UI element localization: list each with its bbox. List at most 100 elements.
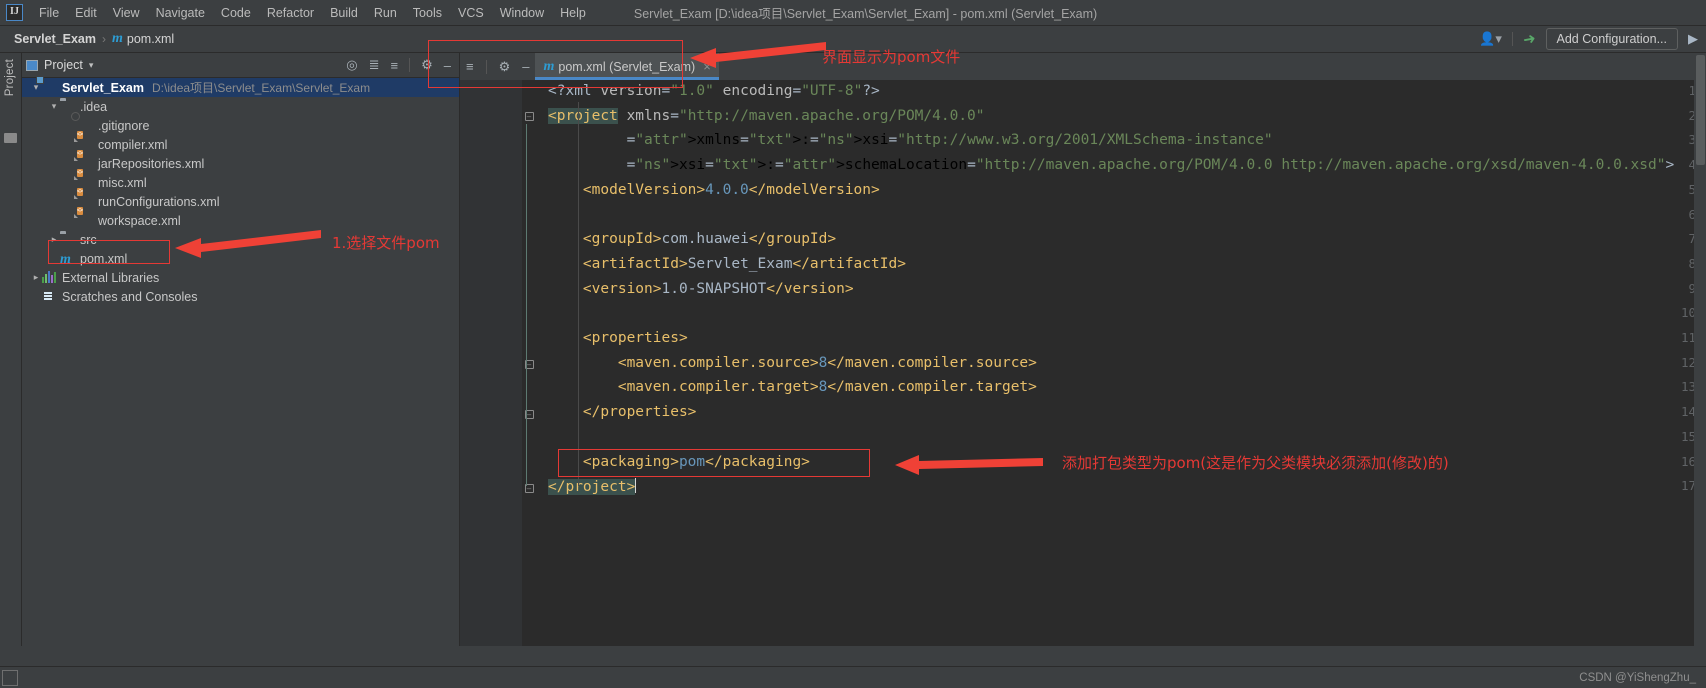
gear-icon[interactable]: ⚙ (499, 59, 511, 75)
chevron-down-icon[interactable] (30, 82, 42, 93)
project-tool-window: Project ▾ ◎ ≣ ≡ ⚙ – Servlet_Exam D:\idea项… (22, 53, 460, 646)
navbar-right-controls: 👤▾ ➜ Add Configuration... ▶ (1479, 28, 1706, 50)
menu-file[interactable]: File (31, 3, 67, 23)
tree-item-servlet-exam[interactable]: Servlet_Exam D:\idea项目\Servlet_Exam\Servl… (22, 78, 459, 97)
menu-vcs[interactable]: VCS (450, 3, 492, 23)
annotation-text-packaging: 添加打包类型为pom(这是作为父类模块必须添加(修改)的) (1062, 454, 1449, 472)
menu-navigate[interactable]: Navigate (148, 3, 213, 23)
chevron-down-icon[interactable]: ▾ (89, 60, 94, 71)
close-icon[interactable]: × (703, 59, 711, 74)
menu-window[interactable]: Window (492, 3, 552, 23)
minimize-icon[interactable]: – (444, 58, 451, 73)
menu-help[interactable]: Help (552, 3, 594, 23)
code-line[interactable]: </properties> (548, 404, 697, 420)
menu-edit[interactable]: Edit (67, 3, 105, 23)
intellij-logo-icon: IJ (6, 4, 23, 21)
idea-window: IJ File Edit View Navigate Code Refactor… (0, 0, 1706, 688)
chevron-right-icon[interactable] (30, 272, 42, 283)
code-line[interactable]: <project xmlns="http://maven.apache.org/… (548, 107, 985, 124)
maven-file-icon: m (112, 31, 123, 46)
code-line[interactable]: <groupId>com.huawei</groupId> (548, 231, 836, 247)
tabbar-left-icons: ≡ ⚙ – (460, 59, 529, 75)
tree-item--gitignore[interactable]: .gitignore (22, 116, 459, 135)
tree-item-workspace-xml[interactable]: workspace.xml (22, 211, 459, 230)
add-configuration-button[interactable]: Add Configuration... (1545, 28, 1678, 50)
external-libraries-icon (42, 270, 58, 285)
annotation-text-tree: 1.选择文件pom (332, 234, 440, 252)
code-line[interactable]: <properties> (548, 330, 688, 346)
editor-tab-bar: ≡ ⚙ – m pom.xml (Servlet_Exam) × (460, 53, 1706, 80)
fold-region-line (526, 124, 527, 486)
tree-item-label: pom.xml (80, 251, 128, 266)
tree-item-label: compiler.xml (98, 137, 168, 152)
menu-tools[interactable]: Tools (405, 3, 450, 23)
code-editor[interactable]: 1 2 3 4 5 6 7 8 9 10 11 12 13 14 15 16 17 <?xml version=… (460, 80, 1706, 646)
menu-build[interactable]: Build (322, 3, 366, 23)
project-file-tree[interactable]: Servlet_Exam D:\idea项目\Servlet_Exam\Servl… (22, 78, 459, 306)
event-log-icon[interactable] (2, 670, 18, 686)
tree-item--idea[interactable]: .idea (22, 97, 459, 116)
code-line[interactable]: <packaging>pom</packaging> (548, 454, 810, 470)
fold-marker-project-close[interactable]: – (522, 483, 536, 494)
collapse-all-icon[interactable]: ≡ (391, 58, 399, 73)
folder-icon[interactable] (4, 133, 17, 143)
divider (409, 58, 411, 72)
tree-item-external-libraries[interactable]: External Libraries (22, 268, 459, 287)
code-line[interactable]: ="ns">xsi="txt">:="attr">schemaLocation=… (548, 157, 1675, 173)
code-line[interactable]: <modelVersion>4.0.0</modelVersion> (548, 182, 880, 198)
menu-run[interactable]: Run (366, 3, 405, 23)
editor-area: ≡ ⚙ – m pom.xml (Servlet_Exam) × 1234567… (460, 53, 1706, 646)
code-line[interactable]: <artifactId>Servlet_Exam</artifactId> (548, 256, 906, 272)
locate-target-icon[interactable]: ◎ (346, 57, 357, 73)
fold-marker-project[interactable]: – (522, 111, 536, 122)
build-hammer-icon[interactable]: ➜ (1521, 29, 1537, 49)
code-line[interactable]: </project> (548, 478, 637, 496)
code-line[interactable]: <maven.compiler.source>8</maven.compiler… (548, 355, 1037, 371)
editor-tab-pom-xml[interactable]: m pom.xml (Servlet_Exam) × (535, 53, 719, 80)
project-panel-header: Project ▾ ◎ ≣ ≡ ⚙ – (22, 53, 459, 78)
project-view-icon (26, 59, 38, 71)
menu-view[interactable]: View (105, 3, 148, 23)
left-tool-strip: Project (0, 53, 22, 646)
tree-item-label: Scratches and Consoles (62, 289, 198, 304)
minimize-icon[interactable]: – (522, 59, 529, 74)
project-panel-title[interactable]: Project (44, 58, 83, 72)
tool-window-button-project[interactable]: Project (4, 59, 16, 96)
collapse-all-icon[interactable]: ≡ (466, 59, 474, 74)
scrollbar-thumb[interactable] (1696, 55, 1705, 165)
gear-icon[interactable]: ⚙ (421, 57, 433, 73)
breadcrumb-project[interactable]: Servlet_Exam (14, 32, 96, 46)
menu-bar: IJ File Edit View Navigate Code Refactor… (0, 0, 1706, 26)
menu-refactor[interactable]: Refactor (259, 3, 322, 23)
breadcrumb-file[interactable]: pom.xml (127, 32, 174, 46)
tree-item-scratches-and-consoles[interactable]: Scratches and Consoles (22, 287, 459, 306)
fold-marker-properties-close[interactable]: – (522, 409, 536, 420)
tree-item-path: D:\idea项目\Servlet_Exam\Servlet_Exam (152, 81, 371, 95)
editor-tab-label: pom.xml (Servlet_Exam) (558, 59, 696, 74)
code-line[interactable]: ="attr">xmlns="txt">:="ns">xsi="http://w… (548, 132, 1273, 148)
tree-item-label: .gitignore (98, 118, 150, 133)
chevron-down-icon[interactable] (48, 101, 60, 112)
scratches-icon (42, 290, 58, 304)
code-line[interactable]: <?xml version="1.0" encoding="UTF-8"?> (548, 83, 880, 99)
code-line[interactable]: <version>1.0-SNAPSHOT</version> (548, 281, 854, 297)
status-bar: CSDN @YiShengZhu_ (0, 666, 1706, 688)
text-caret (635, 478, 637, 494)
person-icon[interactable]: 👤▾ (1479, 31, 1502, 47)
fold-region-line (526, 372, 527, 412)
chevron-right-icon[interactable] (48, 234, 60, 245)
expand-all-icon[interactable]: ≣ (369, 57, 380, 73)
menu-code[interactable]: Code (213, 3, 259, 23)
tree-item-label: jarRepositories.xml (98, 156, 205, 171)
code-line[interactable]: <maven.compiler.target>8</maven.compiler… (548, 379, 1037, 395)
editor-scrollbar[interactable] (1694, 53, 1706, 646)
run-icon[interactable]: ▶ (1688, 31, 1698, 47)
fold-marker-properties-open[interactable]: – (522, 359, 536, 370)
tree-item-misc-xml[interactable]: misc.xml (22, 173, 459, 192)
tree-item-compiler-xml[interactable]: compiler.xml (22, 135, 459, 154)
project-panel-toolbar: ◎ ≣ ≡ ⚙ – (346, 57, 455, 73)
tree-item-jarrepositories-xml[interactable]: jarRepositories.xml (22, 154, 459, 173)
annotation-text-tab: 界面显示为pom文件 (822, 48, 961, 66)
watermark-text: CSDN @YiShengZhu_ (1579, 672, 1696, 684)
tree-item-runconfigurations-xml[interactable]: runConfigurations.xml (22, 192, 459, 211)
